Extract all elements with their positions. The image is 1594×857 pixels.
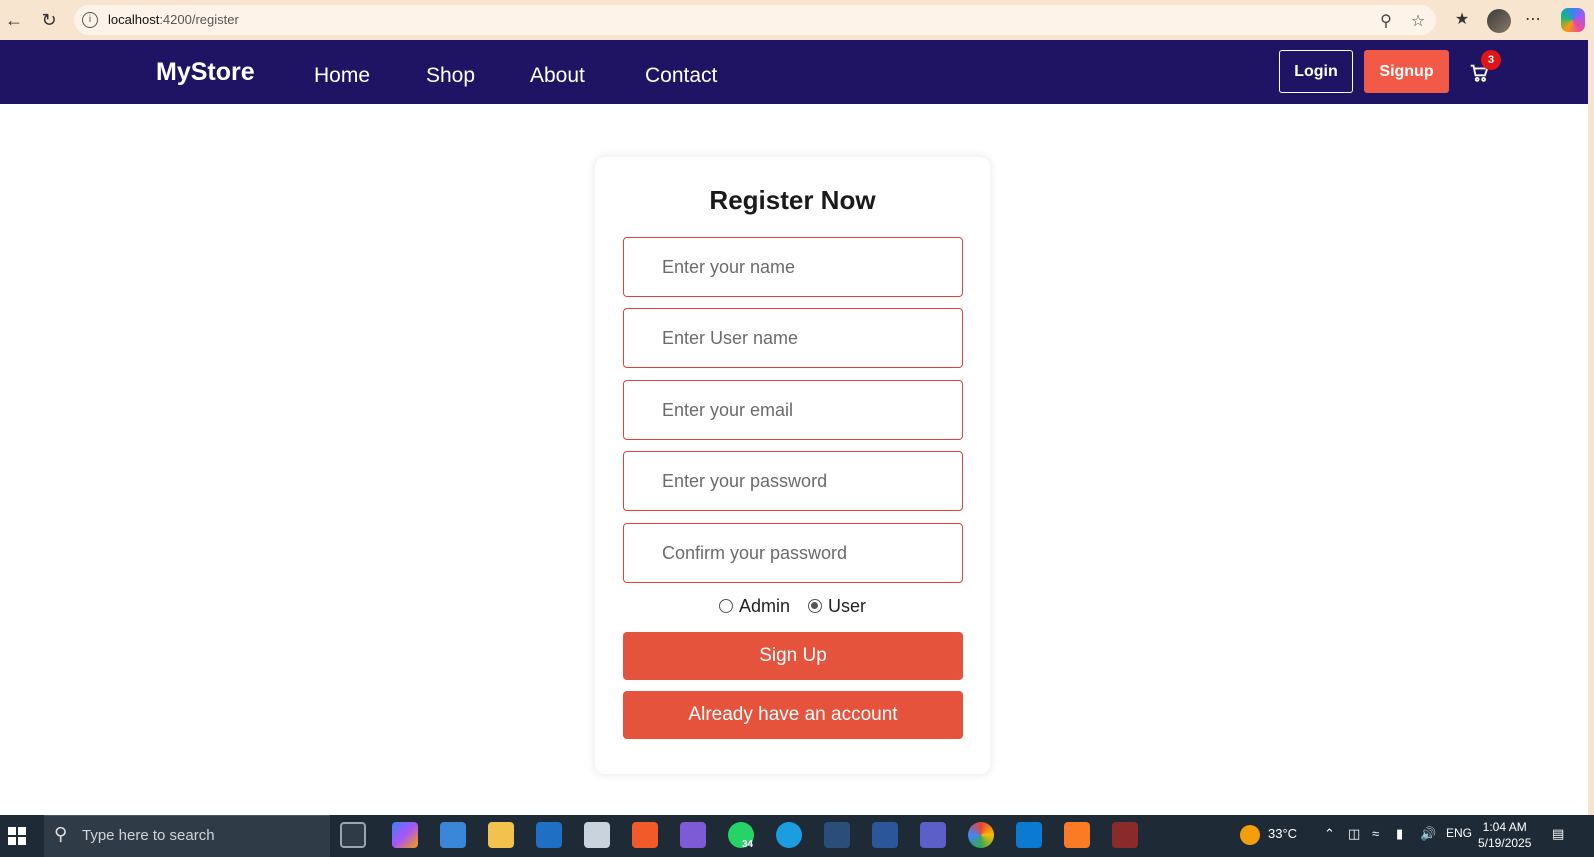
search-icon: ⚲ bbox=[54, 824, 68, 844]
nav-link-home[interactable]: Home bbox=[314, 64, 370, 88]
mysql-workbench-icon[interactable] bbox=[824, 822, 850, 848]
admin-radio-label[interactable]: Admin bbox=[739, 596, 790, 617]
taskbar-clock[interactable]: 1:04 AM 5/19/2025 bbox=[1478, 819, 1531, 851]
url-path: :4200/register bbox=[159, 12, 239, 27]
whatsapp-badge: 34 bbox=[742, 839, 754, 850]
battery-icon[interactable]: ▮ bbox=[1396, 826, 1403, 842]
weather-icon[interactable] bbox=[1240, 825, 1260, 845]
meet-now-icon[interactable]: ◫ bbox=[1348, 826, 1360, 842]
back-icon[interactable]: ← bbox=[2, 8, 26, 32]
nav-link-shop[interactable]: Shop bbox=[426, 64, 475, 88]
copilot-icon[interactable] bbox=[1561, 8, 1585, 32]
tray-chevron-up-icon[interactable]: ⌃ bbox=[1324, 826, 1335, 842]
refresh-icon[interactable]: ↻ bbox=[37, 8, 61, 32]
store-app-icon[interactable] bbox=[440, 822, 466, 848]
name-input[interactable] bbox=[623, 237, 963, 297]
notifications-icon[interactable]: ▤ bbox=[1552, 826, 1564, 842]
nav-link-about[interactable]: About bbox=[530, 64, 585, 88]
page-viewport: MyStore Home Shop About Contact Login Si… bbox=[0, 40, 1588, 824]
register-title: Register Now bbox=[709, 185, 876, 215]
address-bar[interactable]: i localhost:4200/register ⚲ ☆ bbox=[74, 5, 1436, 35]
outlook-icon[interactable] bbox=[536, 822, 562, 848]
taskbar-search[interactable]: ⚲ Type here to search bbox=[44, 815, 330, 857]
signup-nav-button[interactable]: Signup bbox=[1364, 50, 1449, 93]
teams-icon[interactable] bbox=[920, 822, 946, 848]
role-selector: Admin User bbox=[595, 594, 990, 618]
windows-start-icon[interactable] bbox=[8, 827, 26, 845]
user-radio-label[interactable]: User bbox=[828, 596, 866, 617]
login-button[interactable]: Login bbox=[1279, 50, 1353, 93]
cart-count-badge: 3 bbox=[1481, 50, 1501, 70]
windows-taskbar: ⚲ Type here to search 34 33°C ⌃ ◫ ≈ ▮ 🔊 … bbox=[0, 815, 1594, 857]
favorites-icon[interactable]: ★ bbox=[1451, 9, 1473, 31]
language-indicator[interactable]: ENG bbox=[1446, 826, 1472, 840]
taskbar-search-placeholder: Type here to search bbox=[82, 827, 215, 844]
url-host: localhost bbox=[108, 12, 160, 27]
git-app-icon[interactable] bbox=[680, 822, 706, 848]
wifi-icon[interactable]: ≈ bbox=[1372, 826, 1379, 841]
zoom-icon[interactable]: ⚲ bbox=[1376, 11, 1396, 31]
xampp-icon[interactable] bbox=[1064, 822, 1090, 848]
chrome-icon[interactable] bbox=[968, 822, 994, 848]
clock-date: 5/19/2025 bbox=[1478, 836, 1532, 850]
brave-browser-icon[interactable] bbox=[632, 822, 658, 848]
admin-radio[interactable] bbox=[718, 599, 733, 613]
copilot-app-icon[interactable] bbox=[392, 822, 418, 848]
favorite-star-icon[interactable]: ☆ bbox=[1408, 11, 1428, 31]
url-text[interactable]: localhost:4200/register bbox=[108, 12, 239, 27]
paint-app-icon[interactable] bbox=[584, 822, 610, 848]
register-card: Register Now Admin User Sign Up Already … bbox=[595, 157, 990, 774]
volume-icon[interactable]: 🔊 bbox=[1420, 826, 1436, 842]
vscode-icon[interactable] bbox=[1016, 822, 1042, 848]
email-input[interactable] bbox=[623, 380, 963, 440]
clock-time: 1:04 AM bbox=[1482, 820, 1527, 834]
word-icon[interactable] bbox=[872, 822, 898, 848]
brand-logo[interactable]: MyStore bbox=[156, 58, 255, 87]
more-icon[interactable]: ⋯ bbox=[1522, 9, 1544, 31]
site-navbar: MyStore Home Shop About Contact Login Si… bbox=[0, 40, 1588, 104]
winrar-icon[interactable] bbox=[1112, 822, 1138, 848]
edge-browser-icon[interactable] bbox=[776, 822, 802, 848]
file-explorer-icon[interactable] bbox=[488, 822, 514, 848]
password-input[interactable] bbox=[623, 451, 963, 511]
user-radio[interactable] bbox=[808, 599, 822, 613]
sign-up-button[interactable]: Sign Up bbox=[623, 632, 963, 680]
nav-link-contact[interactable]: Contact bbox=[645, 64, 717, 88]
username-input[interactable] bbox=[623, 308, 963, 368]
task-view-icon[interactable] bbox=[340, 822, 366, 848]
already-have-account-button[interactable]: Already have an account bbox=[623, 691, 963, 739]
confirm-password-input[interactable] bbox=[623, 523, 963, 583]
profile-avatar[interactable] bbox=[1487, 9, 1511, 33]
weather-temp[interactable]: 33°C bbox=[1268, 826, 1297, 841]
browser-toolbar: ← ↻ i localhost:4200/register ⚲ ☆ ★ ⋯ bbox=[0, 0, 1594, 40]
site-info-icon[interactable]: i bbox=[82, 12, 98, 28]
